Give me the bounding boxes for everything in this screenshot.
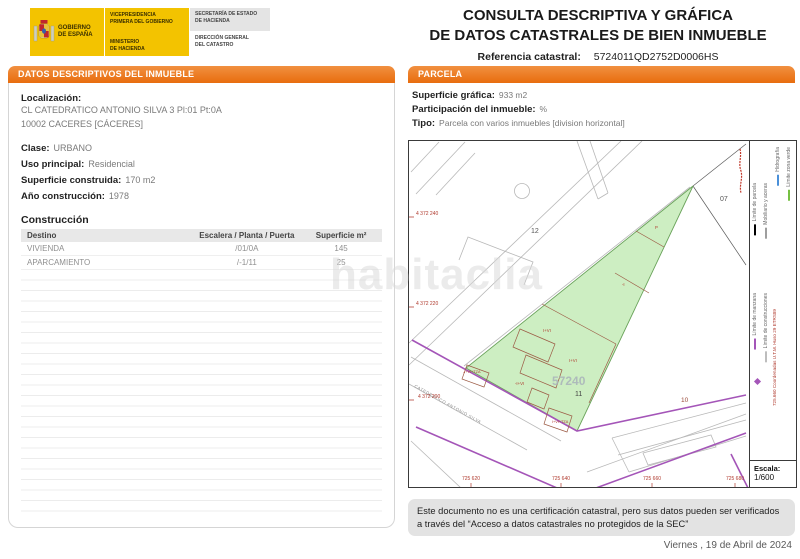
scale-value: 1/600 <box>754 473 792 482</box>
map-legend: Límite de parcela Mobiliario y aceras Hi… <box>749 141 796 487</box>
svg-text:725 660: 725 660 <box>643 476 661 482</box>
construction-table: Destino Escalera / Planta / Puerta Super… <box>21 229 382 520</box>
ministerio-box: VICEPRESIDENCIA PRIMERA DEL GOBIERNO MIN… <box>105 8 189 56</box>
purple-diamond-marker <box>754 378 761 385</box>
legend-item: Límite de manzana <box>752 293 758 351</box>
utm-reference-note: 725.660 Coordenadas U.T.M. Huso 29 ETRS8… <box>772 309 777 406</box>
coat-of-arms-icon <box>33 17 55 47</box>
address-line-1: CL CATEDRATICO ANTONIO SILVA 3 Pl:01 Pt:… <box>21 104 382 118</box>
svg-text:I+VI: I+VI <box>543 328 551 333</box>
ministerio-label: MINISTERIO DE HACIENDA <box>110 39 184 52</box>
gobierno-espana-label: GOBIERNO DE ESPAÑA <box>58 25 93 40</box>
field-superficie-grafica: Superficie gráfica:933 m2 <box>412 89 795 103</box>
empty-table-rows <box>21 270 382 520</box>
block-label-10: 10 <box>681 397 689 404</box>
field-tipo: Tipo:Parcela con varios inmuebles [divis… <box>412 117 795 131</box>
line-swatch <box>765 228 767 239</box>
title-line-1: CONSULTA DESCRIPTIVA Y GRÁFICA <box>402 6 794 26</box>
field-superficie-construida: Superficie construida:170 m2 <box>21 173 382 189</box>
scale-box: Escala: 1/600 <box>750 460 796 487</box>
secretaria-label: SECRETARÍA DE ESTADO DE HACIENDA <box>190 8 270 31</box>
document-page: GOBIERNO DE ESPAÑA VICEPRESIDENCIA PRIME… <box>0 0 800 559</box>
legend-item: Límite zona verde <box>786 147 792 202</box>
table-row: VIVIENDA /01/0A 145 <box>21 242 382 256</box>
gobierno-espana-box: GOBIERNO DE ESPAÑA <box>30 8 104 56</box>
svg-text:I+VI+TZA: I+VI+TZA <box>552 420 569 424</box>
secretaria-column: SECRETARÍA DE ESTADO DE HACIENDA DIRECCI… <box>190 8 270 56</box>
disclaimer-box: Este documento no es una certificación c… <box>408 499 795 536</box>
block-label-07: 07 <box>720 196 728 203</box>
block-label-12: 12 <box>531 228 539 235</box>
field-ano-construccion: Año construcción:1978 <box>21 189 382 205</box>
line-swatch <box>754 224 756 235</box>
svg-text:725 620: 725 620 <box>462 476 480 482</box>
scale-label: Escala: <box>754 464 792 473</box>
localizacion-label: Localización: <box>21 93 382 104</box>
construccion-title: Construcción <box>21 214 382 226</box>
svg-text:I+VI: I+VI <box>569 358 577 363</box>
svg-text:4 372 200: 4 372 200 <box>418 394 440 400</box>
svg-text:725 680: 725 680 <box>726 476 744 482</box>
document-title: CONSULTA DESCRIPTIVA Y GRÁFICA DE DATOS … <box>402 6 794 63</box>
svg-text:-I: -I <box>622 282 625 287</box>
field-clase: Clase:URBANO <box>21 141 382 157</box>
address-line-2: 10002 CACERES [CÁCERES] <box>21 118 382 132</box>
section-banner-parcela: PARCELA <box>408 66 795 83</box>
table-row: APARCAMIENTO /-1/11 25 <box>21 256 382 270</box>
reference-value: 5724011QD2752D0006HS <box>594 51 719 63</box>
block-label-11: 11 <box>575 391 582 398</box>
title-line-2: DE DATOS CATASTRALES DE BIEN INMUEBLE <box>402 26 794 46</box>
legend-item: Mobiliario y aceras <box>763 183 769 240</box>
svg-text:725 640: 725 640 <box>552 476 570 482</box>
line-swatch <box>777 175 779 186</box>
svg-text:-I+VI: -I+VI <box>515 381 524 386</box>
line-swatch <box>788 190 790 201</box>
cadastral-reference: Referencia catastral: 5724011QD2752D0006… <box>402 51 794 63</box>
svg-text:P: P <box>655 225 658 230</box>
reference-label: Referencia catastral: <box>478 51 581 63</box>
field-uso-principal: Uso principal:Residencial <box>21 157 382 173</box>
line-swatch <box>754 339 756 350</box>
svg-text:4 372 240: 4 372 240 <box>416 211 438 217</box>
section-banner-datos-descriptivos: DATOS DESCRIPTIVOS DEL INMUEBLE <box>8 66 395 83</box>
parcel-ref-label: 57240 <box>552 374 586 388</box>
cadastral-map: P -I I+VI I+VI -I+VI -I+VI+TZA I+VI+TZA … <box>408 140 797 488</box>
legend-item: Límite de construcciones <box>763 293 769 363</box>
line-swatch <box>765 351 767 362</box>
vicepresidencia-label: VICEPRESIDENCIA PRIMERA DEL GOBIERNO <box>110 12 184 25</box>
parcela-data: Superficie gráfica:933 m2 Participación … <box>412 89 795 130</box>
government-logo: GOBIERNO DE ESPAÑA VICEPRESIDENCIA PRIME… <box>30 8 270 56</box>
document-date: Viernes , 19 de Abril de 2024 <box>664 540 792 551</box>
construction-table-header: Destino Escalera / Planta / Puerta Super… <box>21 229 382 242</box>
property-data-panel: Localización: CL CATEDRATICO ANTONIO SIL… <box>8 83 395 528</box>
direccion-catastro-label: DIRECCIÓN GENERAL DEL CATASTRO <box>190 32 270 56</box>
legend-item: Hidrografía <box>775 147 781 187</box>
legend-item: Límite de parcela <box>752 183 758 236</box>
svg-text:4 372 220: 4 372 220 <box>416 301 438 307</box>
map-plan-svg: P -I I+VI I+VI -I+VI -I+VI+TZA I+VI+TZA … <box>409 141 749 487</box>
field-participacion: Participación del inmueble:% <box>412 103 795 117</box>
svg-text:-I+VI+TZA: -I+VI+TZA <box>463 370 481 374</box>
